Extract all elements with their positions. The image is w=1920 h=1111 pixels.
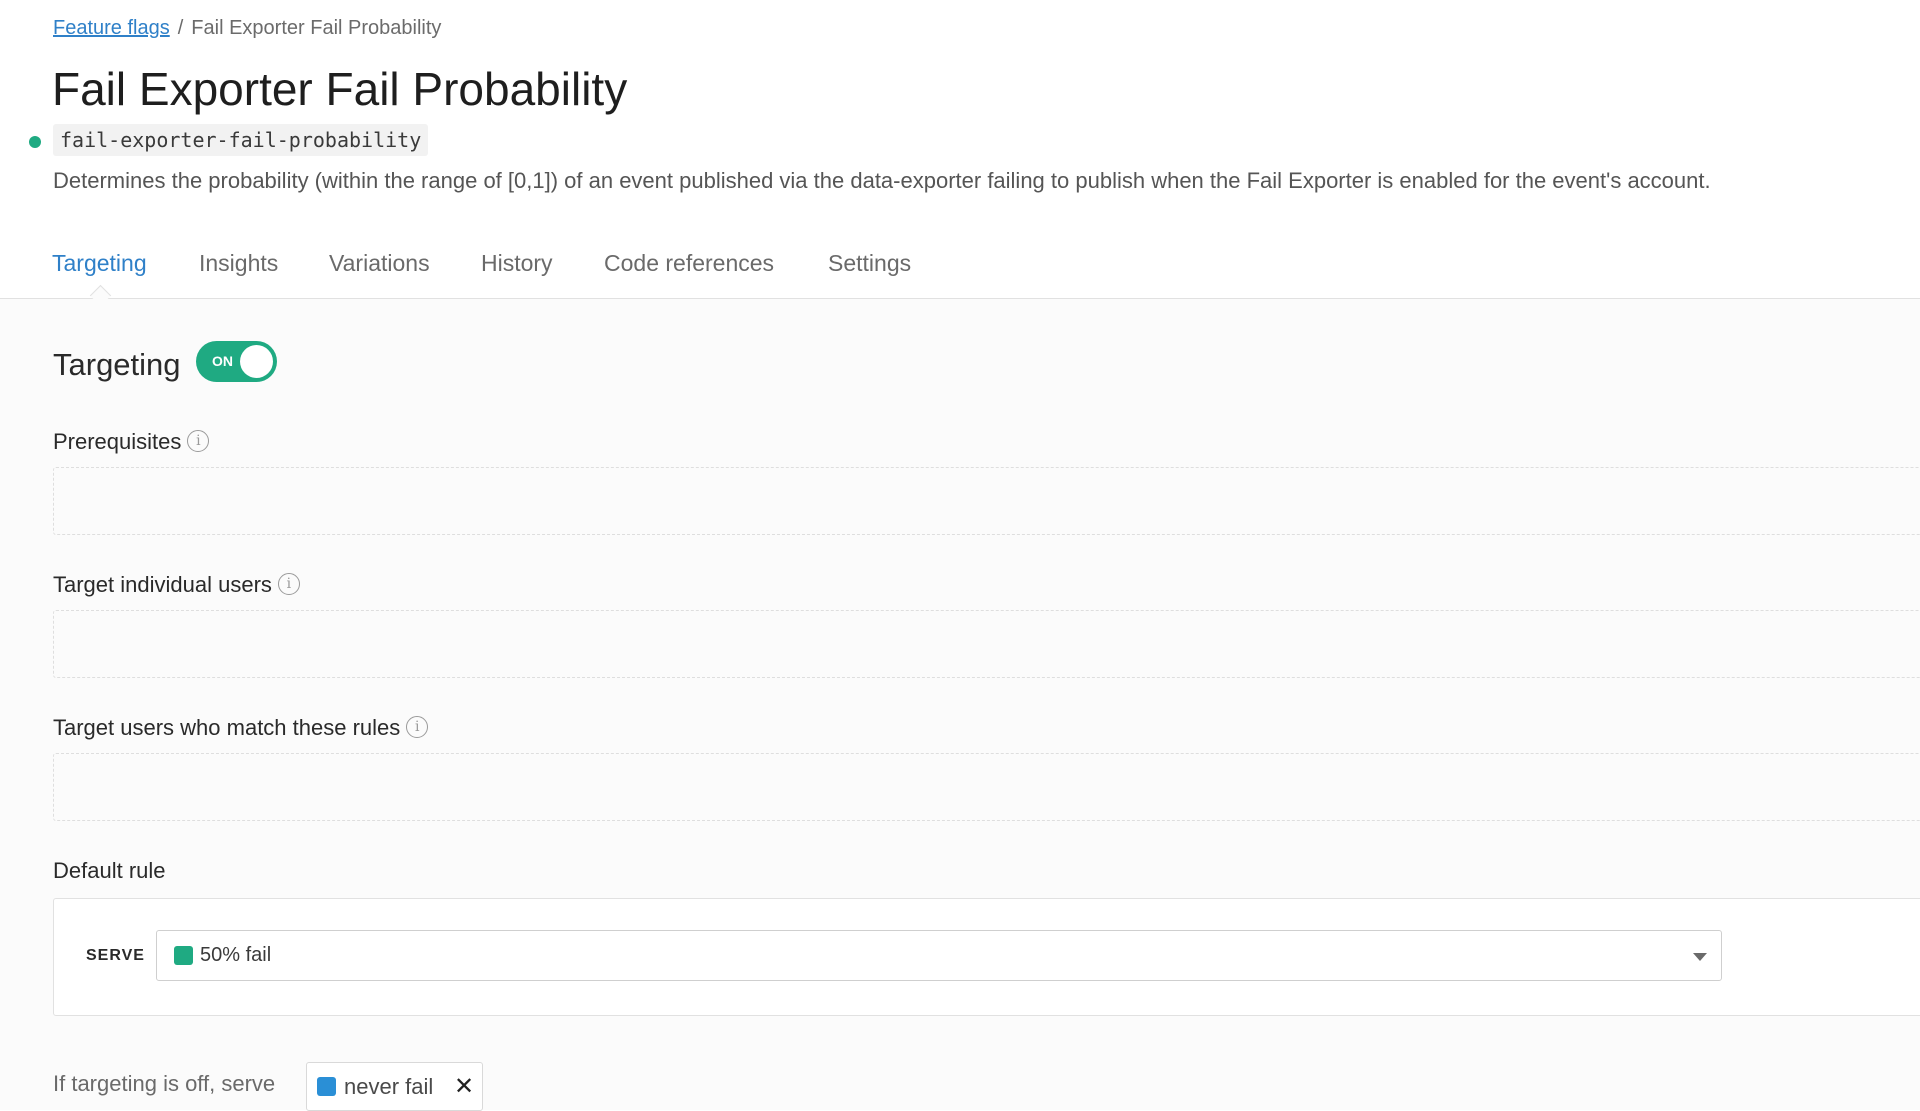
off-variation-label: If targeting is off, serve	[53, 1071, 276, 1096]
close-icon[interactable]: ✕	[454, 1072, 474, 1101]
page-title: Fail Exporter Fail Probability	[52, 63, 628, 115]
info-icon[interactable]: i	[187, 430, 210, 453]
info-icon[interactable]: i	[406, 716, 429, 739]
toggle-knob	[240, 345, 273, 378]
default-rule-label: Default rule	[53, 858, 166, 883]
individual-users-text: Target individual users	[53, 572, 272, 597]
serve-variation-select[interactable]: 50% fail	[156, 930, 1722, 981]
tab-history[interactable]: History	[481, 250, 553, 277]
breadcrumb-current: Fail Exporter Fail Probability	[191, 17, 442, 39]
individual-users-dropzone[interactable]	[53, 610, 1920, 678]
toggle-label: ON	[212, 353, 233, 369]
prerequisites-dropzone[interactable]	[53, 467, 1920, 535]
flag-key[interactable]: fail-exporter-fail-probability	[53, 124, 429, 156]
serve-label: SERVE	[86, 947, 145, 964]
variation-swatch	[317, 1077, 336, 1096]
targeting-toggle[interactable]: ON	[196, 341, 277, 382]
targeting-panel: Targeting ON Prerequisites i Target indiv…	[0, 299, 1920, 1111]
info-icon[interactable]: i	[277, 573, 300, 596]
prerequisites-text: Prerequisites	[53, 429, 182, 454]
breadcrumb: Feature flags / Fail Exporter Fail Probabi…	[53, 17, 441, 40]
off-variation-value: never fail	[344, 1074, 434, 1099]
variation-swatch	[174, 946, 193, 965]
tab-settings[interactable]: Settings	[828, 250, 911, 277]
serve-selected-value: 50% fail	[200, 944, 272, 966]
tab-code-references[interactable]: Code references	[604, 250, 774, 277]
flag-status-dot	[29, 136, 41, 148]
off-variation-select[interactable]: never fail ✕	[306, 1062, 483, 1111]
default-rule-box: SERVE 50% fail	[53, 898, 1920, 1016]
breadcrumb-feature-flags-link[interactable]: Feature flags	[53, 17, 170, 39]
flag-header: Feature flags / Fail Exporter Fail Probabi…	[0, 0, 1920, 307]
chevron-down-icon	[1693, 953, 1707, 961]
off-variation-row: If targeting is off, serve never fail ✕	[53, 1062, 483, 1111]
flag-description: Determines the probability (within the r…	[53, 168, 1711, 193]
match-rules-label: Target users who match these rules i	[53, 715, 429, 741]
tab-targeting[interactable]: Targeting	[52, 250, 147, 277]
prerequisites-label: Prerequisites i	[53, 429, 210, 455]
tab-insights[interactable]: Insights	[199, 250, 278, 277]
breadcrumb-separator: /	[177, 17, 184, 39]
individual-users-label: Target individual users i	[53, 572, 300, 598]
match-rules-dropzone[interactable]	[53, 753, 1920, 821]
targeting-title: Targeting	[53, 347, 181, 382]
match-rules-text: Target users who match these rules	[53, 715, 401, 740]
tab-variations[interactable]: Variations	[329, 250, 430, 277]
flag-tabs: Targeting Insights Variations History Co…	[0, 236, 1920, 307]
